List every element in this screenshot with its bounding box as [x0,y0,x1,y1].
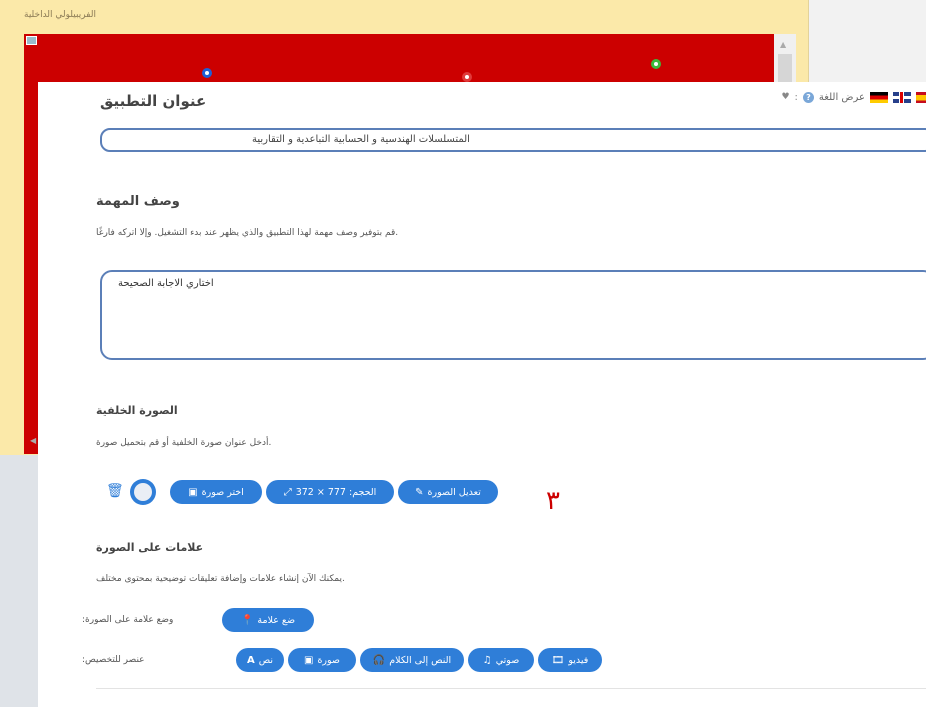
image-icon: ▣ [304,654,314,666]
audio-element-label: صوتي [495,654,520,666]
task-description-textarea[interactable]: اختاري الاجابة الصحيحة [100,270,926,360]
headphones-icon: 🎧 [372,654,386,666]
background-window-title: الفريبيلولي الداخلية [24,10,96,20]
section-divider [96,688,926,689]
image-element-label: صورة [317,654,340,666]
place-marker-label: وضع علامة على الصورة: [82,615,174,625]
markers-hint: .يمكنك الآن إنشاء علامات وإضافة تعليقات … [96,574,345,584]
image-icon: ▣ [188,486,198,498]
markers-heading: علامات على الصورة [96,541,204,554]
text-element-button[interactable]: نص A [236,648,284,672]
text-element-label: نص [258,654,274,666]
app-title-input-value: المتسلسلات الهندسية و الحسابية التباعدية… [252,134,470,145]
image-size-button-label: الحجم: 777 × 372 [295,486,377,498]
scroll-up-arrow-icon[interactable]: ▲ [780,40,786,49]
image-element-button[interactable]: صورة ▣ [288,648,356,672]
blue-marker-pin-icon[interactable] [202,68,212,78]
background-image-hint: .أدخل عنوان صورة الخلفية أو قم بتحميل صو… [96,438,272,448]
video-element-label: فيديو [568,654,589,666]
app-title-input[interactable]: المتسلسلات الهندسية و الحسابية التباعدية… [100,128,926,152]
scroll-left-arrow-icon[interactable]: ◀ [30,436,36,445]
edit-icon: ✎ [415,486,424,498]
green-marker-pin-icon[interactable] [651,59,661,69]
uk-flag-icon[interactable] [893,91,911,103]
edit-image-button[interactable]: تعديل الصورة ✎ [398,480,498,504]
lower-left-background-area [0,455,38,707]
custom-element-label: عنصر للتخصيص: [82,655,145,665]
choose-image-button-label: اختر صورة [201,486,244,498]
language-colon: : [794,91,798,103]
task-description-heading: وصف المهمة [96,194,180,209]
heart-icon: ♥ [781,92,790,102]
image-size-button[interactable]: الحجم: 777 × 372 ⤢ [266,480,394,504]
task-description-hint: .قم بتوفير وصف مهمة لهذا التطبيق والذي ي… [96,228,399,238]
place-marker-button[interactable]: ضع علامة 📍 [222,608,314,632]
editor-panel: عنوان التطبيق ♥ : ? عرض اللغة المتسلسلات… [38,82,926,707]
music-icon: ♫ [482,654,492,666]
help-icon[interactable]: ? [802,91,814,103]
place-marker-button-label: ضع علامة [257,614,296,626]
text-icon: A [246,654,255,666]
film-icon: 🎞 [551,654,565,666]
choose-image-button[interactable]: اختر صورة ▣ [170,480,262,504]
annotation-number: ٣ [546,486,560,516]
trash-icon[interactable]: 🗑 [106,483,124,499]
german-flag-icon[interactable] [870,91,888,103]
background-image-heading: الصورة الخلفية [96,404,178,417]
red-marker-pin-icon[interactable] [462,72,472,82]
app-title-heading: عنوان التطبيق [100,92,207,110]
broken-image-icon [26,36,37,45]
text-to-speech-element-label: النص إلى الكلام [389,654,452,666]
resize-icon: ⤢ [283,486,292,498]
video-element-button[interactable]: فيديو 🎞 [538,648,602,672]
task-description-value: اختاري الاجابة الصحيحة [118,278,214,289]
spanish-flag-icon[interactable] [916,91,926,103]
audio-element-button[interactable]: صوتي ♫ [468,648,534,672]
map-pin-icon: 📍 [240,614,254,626]
text-to-speech-element-button[interactable]: النص إلى الكلام 🎧 [360,648,464,672]
edit-image-button-label: تعديل الصورة [427,486,481,498]
image-preview-thumbnail[interactable] [130,479,156,505]
language-label: عرض اللغة [818,91,865,103]
language-bar: ♥ : ? عرض اللغة [781,89,926,105]
